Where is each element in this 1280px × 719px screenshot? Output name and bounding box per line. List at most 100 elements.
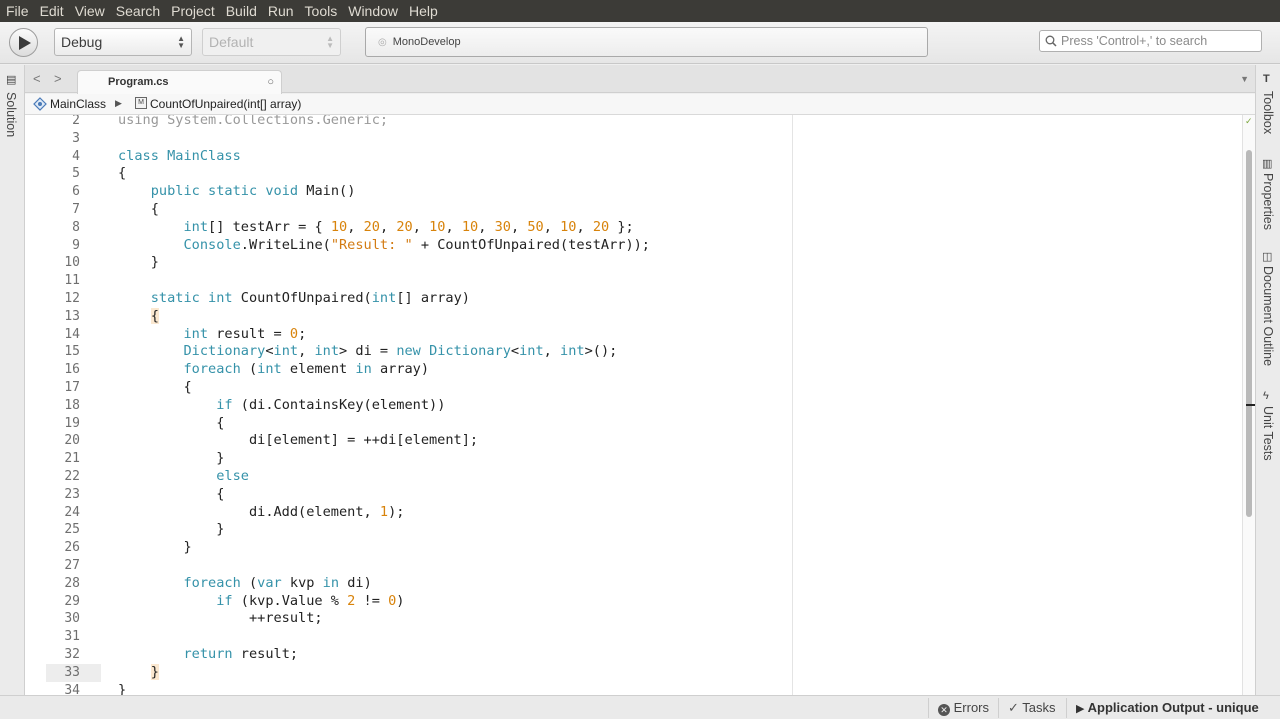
updown-arrows-icon: ▲ ▼ (326, 34, 334, 50)
code-line: 19 { (25, 415, 1242, 433)
code-line: 26 } (25, 539, 1242, 557)
tab-list-dropdown-icon[interactable]: ▼ (1240, 74, 1249, 84)
line-number: 28 (64, 575, 80, 591)
line-number: 13 (64, 308, 80, 324)
code-line: 15 Dictionary<int, int> di = new Diction… (25, 343, 1242, 361)
code-line: 5{ (25, 165, 1242, 183)
breadcrumb: MainClass ▶ M CountOfUnpaired(int[] arra… (25, 94, 1255, 115)
document-outline-pad-tab[interactable]: Document Outline (1261, 266, 1275, 366)
menu-search[interactable]: Search (116, 0, 160, 22)
tasks-pad-button[interactable]: ✓ Tasks (1008, 700, 1056, 716)
errors-pad-button[interactable]: ✕ Errors (938, 700, 989, 716)
code-text: else (216, 468, 249, 484)
code-text: { (150, 307, 159, 324)
breadcrumb-method[interactable]: CountOfUnpaired(int[] array) (150, 97, 301, 111)
code-line: 6 public static void Main() (25, 183, 1242, 201)
menu-tools[interactable]: Tools (305, 0, 338, 22)
line-number: 19 (64, 415, 80, 431)
line-number: 22 (64, 469, 80, 484)
tab-program-cs[interactable]: Program.cs ○ (77, 70, 282, 94)
scrollbar-thumb[interactable] (1246, 150, 1252, 517)
menu-project[interactable]: Project (171, 0, 215, 22)
code-text: di.Add(element, 1); (118, 503, 405, 520)
code-editor[interactable]: 2 using System.Collections.Generic; 3 4 clas… (25, 115, 1242, 695)
code-text: return result; (183, 646, 299, 662)
code-line: 4 class MainClass (25, 148, 1242, 166)
code-line: 20 di[element] = ++di[element]; (25, 432, 1242, 450)
code-line: 12 static int CountOfUnpaired(int[] arra… (25, 290, 1242, 308)
play-icon (19, 35, 31, 50)
line-number: 33 (64, 664, 80, 680)
menu-run[interactable]: Run (268, 0, 294, 22)
code-text: { (118, 414, 225, 431)
document-tab-strip: < > Program.cs ○ ▼ (25, 65, 1255, 94)
line-number: 23 (64, 486, 80, 502)
menu-build[interactable]: Build (226, 0, 257, 22)
breadcrumb-class[interactable]: MainClass (50, 97, 106, 111)
line-number: 7 (72, 202, 80, 217)
solution-pad-tab[interactable]: Solution (4, 92, 18, 137)
play-icon: ▶ (1076, 703, 1085, 715)
code-text: ++result; (118, 610, 323, 627)
status-text: MonoDevelop (392, 36, 461, 48)
code-text: } (118, 450, 225, 467)
code-line: 22 else (25, 468, 1242, 486)
navigate-forward-icon[interactable]: > (54, 71, 62, 86)
code-line: 34} (25, 682, 1242, 695)
right-dock: T Toolbox ▥ Properties ◫ Document Outlin… (1255, 65, 1280, 695)
menu-file[interactable]: File (6, 0, 29, 22)
code-line: 16 foreach (int element in array) (25, 361, 1242, 379)
code-text: if (kvp.Value % 2 != 0) (216, 592, 405, 609)
menu-edit[interactable]: Edit (40, 0, 64, 22)
menu-bar: File Edit View Search Project Build Run Tools Wi… (0, 0, 1280, 22)
target-select[interactable]: Default ▲ ▼ (202, 28, 341, 56)
code-text: { (118, 379, 192, 395)
code-text: { (118, 165, 127, 182)
line-number: 32 (64, 647, 80, 662)
method-icon: M (135, 97, 147, 109)
monodevelop-icon: ◎ (378, 37, 387, 48)
error-icon: ✕ (938, 704, 950, 716)
line-number: 14 (64, 326, 80, 342)
toolbar: Debug ▲ ▼ Default ▲ ▼ ◎ MonoDevelop Press '… (0, 22, 1280, 64)
menu-window[interactable]: Window (348, 0, 398, 22)
code-line: 24 di.Add(element, 1); (25, 504, 1242, 522)
code-text: } (118, 521, 225, 538)
code-text: } (150, 663, 159, 680)
code-line: 9 Console.WriteLine("Result: " + CountOf… (25, 237, 1242, 255)
search-input[interactable]: Press 'Control+,' to search (1039, 30, 1262, 52)
code-text: Dictionary<int, int> di = new Dictionary… (183, 343, 618, 360)
scroll-position-marker (1246, 404, 1255, 406)
updown-arrows-icon: ▲ ▼ (177, 34, 185, 50)
line-number: 34 (64, 682, 80, 695)
code-text: foreach (var kvp in di) (183, 574, 372, 591)
line-number: 5 (72, 166, 80, 182)
line-number: 15 (64, 344, 80, 360)
code-text: using System.Collections.Generic; (118, 115, 389, 128)
properties-pad-tab[interactable]: Properties (1261, 173, 1275, 230)
code-line: 17 { (25, 379, 1242, 397)
application-output-pad-button[interactable]: ▶ Application Output - unique (1076, 700, 1259, 715)
code-text: } (118, 254, 159, 271)
divider (1066, 698, 1067, 718)
unit-tests-pad-tab[interactable]: Unit Tests (1261, 406, 1275, 461)
code-line: 28 foreach (var kvp in di) (25, 575, 1242, 593)
vertical-scrollbar[interactable]: ✓ (1242, 115, 1255, 695)
close-icon[interactable]: ○ (267, 71, 274, 93)
line-number: 18 (64, 397, 80, 413)
configuration-select[interactable]: Debug ▲ ▼ (54, 28, 192, 56)
code-line: 27 (25, 557, 1242, 575)
check-icon: ✓ (1008, 700, 1019, 715)
toolbox-pad-tab[interactable]: Toolbox (1261, 91, 1275, 134)
breadcrumb-separator-icon: ▶ (115, 98, 122, 108)
no-errors-check-icon: ✓ (1245, 116, 1253, 126)
code-text: Console.WriteLine("Result: " + CountOfUn… (183, 236, 650, 253)
line-number: 31 (64, 629, 80, 645)
menu-view[interactable]: View (75, 0, 105, 22)
navigate-back-icon[interactable]: < (33, 71, 41, 86)
divider (998, 698, 999, 718)
run-button[interactable] (9, 28, 38, 57)
menu-help[interactable]: Help (409, 0, 438, 22)
code-line: 3 (25, 130, 1242, 148)
toolbox-icon: T (1263, 73, 1270, 85)
